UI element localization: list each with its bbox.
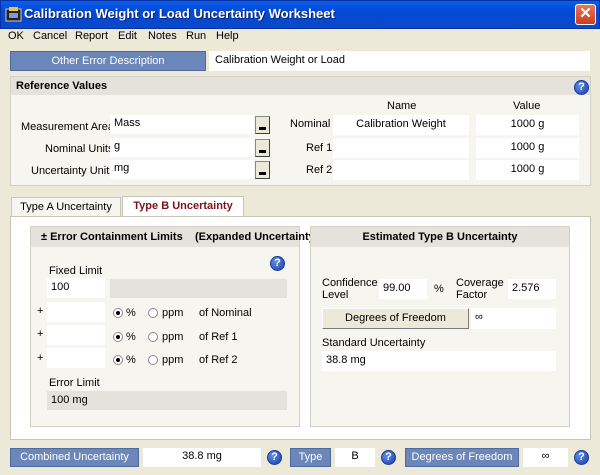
help-icon[interactable]: ? <box>267 450 282 465</box>
confidence-percent-label: % <box>434 283 444 295</box>
error-description-field[interactable]: Calibration Weight or Load <box>209 51 590 71</box>
error-limit-value: 100 mg <box>47 391 287 410</box>
menu-edit[interactable]: Edit <box>118 30 137 42</box>
standard-uncertainty-label: Standard Uncertainty <box>322 337 426 349</box>
coverage-label: Coverage <box>456 277 504 289</box>
ppm-label: ppm <box>162 354 184 366</box>
nominal-units-label: Nominal Units <box>45 143 114 155</box>
ref1-ppm-radio[interactable] <box>148 332 158 342</box>
other-error-description-button[interactable]: Other Error Description <box>10 51 206 71</box>
percent-label: % <box>126 331 136 343</box>
combined-uncertainty-value: 38.8 mg <box>143 448 261 467</box>
fixed-limit-input[interactable]: 100 <box>47 278 105 298</box>
type-value: B <box>335 448 375 467</box>
uncertainty-units-select[interactable]: mg <box>110 160 254 179</box>
standard-uncertainty-field: 38.8 mg <box>322 351 556 371</box>
tab-type-a-uncertainty[interactable]: Type A Uncertainty <box>11 197 121 216</box>
plus-sign: + <box>37 305 44 317</box>
nominal-units-select[interactable]: g <box>110 138 254 157</box>
menu-report[interactable]: Report <box>75 30 108 42</box>
plus-sign: + <box>37 328 44 340</box>
factor-label: Factor <box>456 289 488 301</box>
nominal-value-field[interactable]: 1000 g <box>476 115 579 135</box>
help-icon[interactable]: ? <box>574 450 589 465</box>
value-column-header: Value <box>513 100 541 112</box>
menu-ok[interactable]: OK <box>8 30 24 42</box>
ref1-limit-input[interactable] <box>47 325 105 345</box>
fixed-limit-display <box>110 279 287 298</box>
app-icon <box>5 7 22 22</box>
ref2-label: Ref 2 <box>306 164 333 176</box>
measurement-area-label: Measurement Area <box>21 121 114 133</box>
nominal-name-field[interactable]: Calibration Weight <box>333 115 469 135</box>
ref1-name-field[interactable] <box>333 138 469 158</box>
ref1-label: Ref 1 <box>306 142 333 154</box>
percent-label: % <box>126 354 136 366</box>
type-label: Type <box>290 448 331 467</box>
tab-type-b-uncertainty[interactable]: Type B Uncertainty <box>122 196 244 216</box>
footer-degrees-of-freedom-label: Degrees of Freedom <box>405 448 519 467</box>
ref2-name-field[interactable] <box>333 160 469 180</box>
error-containment-heading: ± Error Containment Limits (Expanded Unc… <box>31 227 318 247</box>
nominal-units-dropdown-button[interactable] <box>255 139 270 157</box>
ref2-value-field[interactable]: 1000 g <box>476 160 579 180</box>
measurement-area-dropdown-button[interactable] <box>255 116 270 134</box>
percent-label: % <box>126 307 136 319</box>
window-title: Calibration Weight or Load Uncertainty W… <box>24 6 335 21</box>
level-label: Level <box>322 289 349 301</box>
estimated-type-b-heading: Estimated Type B Uncertainty <box>311 227 569 247</box>
plus-sign: + <box>37 352 44 364</box>
ppm-label: ppm <box>162 331 184 343</box>
confidence-level-input[interactable]: 99.00 <box>379 279 427 299</box>
footer-degrees-of-freedom-value: ∞ <box>523 448 568 467</box>
ref2-limit-input[interactable] <box>47 348 105 368</box>
uncertainty-units-label: Uncertainty Units <box>31 165 115 177</box>
menu-notes[interactable]: Notes <box>148 30 177 42</box>
ref2-percent-radio[interactable] <box>113 355 123 365</box>
nominal-limit-input[interactable] <box>47 302 105 322</box>
menu-help[interactable]: Help <box>216 30 239 42</box>
nominal-label: Nominal <box>290 118 331 130</box>
name-column-header: Name <box>387 100 417 112</box>
confidence-label: Confidence <box>322 277 378 289</box>
reference-values-heading: Reference Values <box>11 77 590 95</box>
fixed-limit-label: Fixed Limit <box>49 265 103 277</box>
degrees-of-freedom-button[interactable]: Degrees of Freedom <box>322 308 469 329</box>
nominal-percent-radio[interactable] <box>113 308 123 318</box>
help-icon[interactable]: ? <box>381 450 396 465</box>
ref1-percent-radio[interactable] <box>113 332 123 342</box>
combined-uncertainty-label: Combined Uncertainty <box>10 448 139 467</box>
error-containment-title: ± Error Containment Limits <box>41 231 183 243</box>
expanded-uncertainty-title: (Expanded Uncertainty) <box>194 231 319 243</box>
help-icon[interactable]: ? <box>574 80 589 95</box>
of-nominal-label: of Nominal <box>199 307 252 319</box>
ppm-label: ppm <box>162 307 184 319</box>
ref1-value-field[interactable]: 1000 g <box>476 138 579 158</box>
nominal-ppm-radio[interactable] <box>148 308 158 318</box>
measurement-area-select[interactable]: Mass <box>110 115 254 134</box>
error-limit-label: Error Limit <box>49 377 100 389</box>
close-button[interactable]: ✕ <box>575 4 596 25</box>
degrees-of-freedom-field[interactable]: ∞ <box>471 308 556 329</box>
of-ref2-label: of Ref 2 <box>199 354 238 366</box>
menu-run[interactable]: Run <box>186 30 206 42</box>
help-icon[interactable]: ? <box>270 256 285 271</box>
coverage-factor-input[interactable]: 2.576 <box>508 279 556 299</box>
ref2-ppm-radio[interactable] <box>148 355 158 365</box>
of-ref1-label: of Ref 1 <box>199 331 238 343</box>
menu-cancel[interactable]: Cancel <box>33 30 67 42</box>
uncertainty-units-dropdown-button[interactable] <box>255 161 270 179</box>
